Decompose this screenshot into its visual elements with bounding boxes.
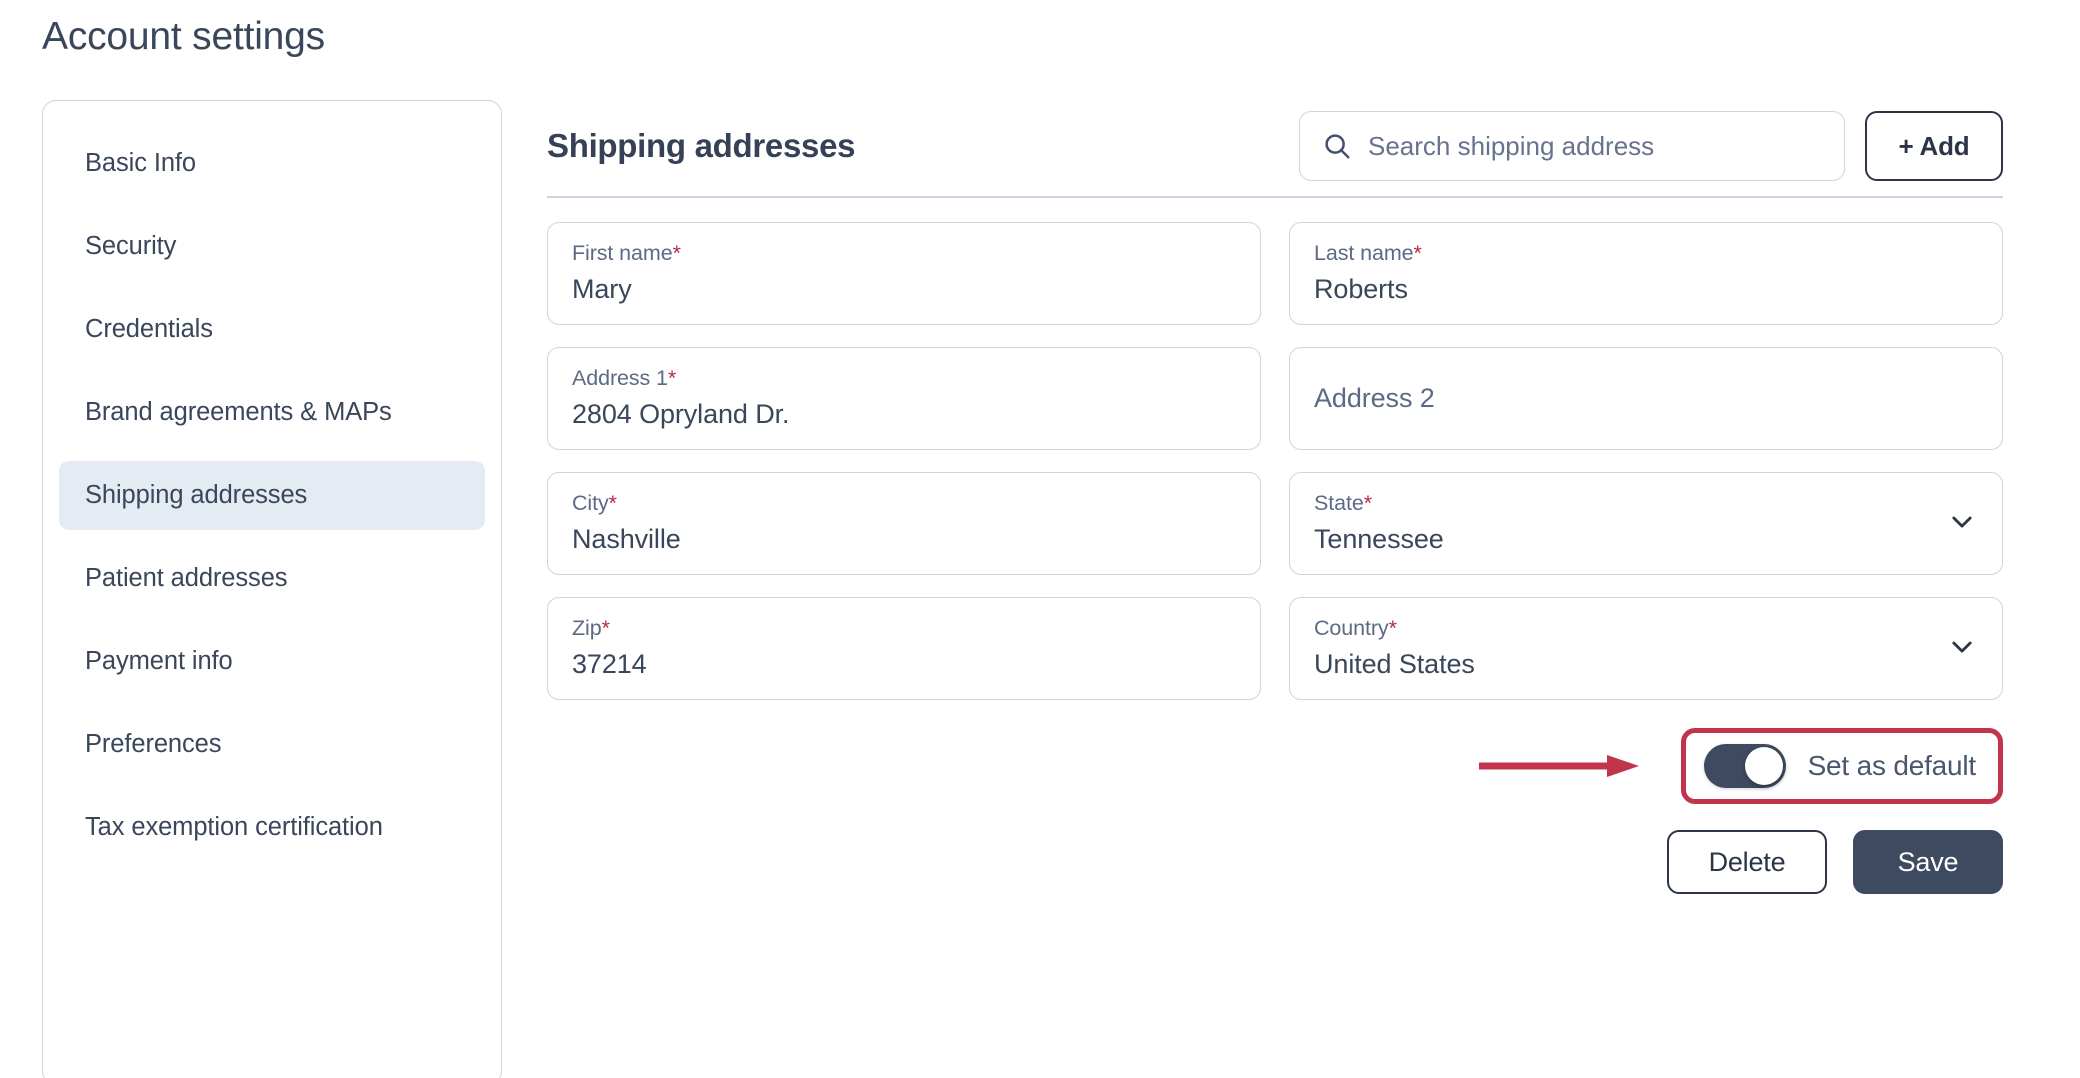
header-actions: + Add <box>1299 111 2003 181</box>
field-zip[interactable]: Zip* 37214 <box>547 597 1261 700</box>
section-title: Shipping addresses <box>547 127 856 164</box>
sidebar-item-label: Payment info <box>85 646 233 675</box>
field-value-city: Nashville <box>572 523 681 554</box>
required-asterisk: * <box>601 616 610 640</box>
field-label-text: City <box>572 491 609 515</box>
required-asterisk: * <box>672 241 681 265</box>
main-panel: Shipping addresses + Add <box>545 100 2005 894</box>
sidebar-item-label: Basic Info <box>85 149 196 177</box>
account-settings-page: Account settings Basic Info Security Crede… <box>0 0 2080 1078</box>
sidebar-item-label: Security <box>85 231 177 260</box>
required-asterisk: * <box>667 366 677 390</box>
field-label-city: City* <box>572 490 1236 517</box>
settings-layout: Basic Info Security Credentials Brand agree… <box>0 100 2080 1078</box>
field-value-first-name: Mary <box>572 273 632 304</box>
required-asterisk: * <box>1413 241 1422 265</box>
set-as-default-toggle[interactable] <box>1703 744 1786 788</box>
field-city[interactable]: City* Nashville <box>547 472 1261 575</box>
required-asterisk: * <box>1388 616 1397 640</box>
field-last-name[interactable]: Last name* Roberts <box>1289 222 2003 325</box>
sidebar-item-tax-exemption-certification[interactable]: Tax exemption certification <box>59 793 485 862</box>
field-value-address-1: 2804 Opryland Dr. <box>572 398 790 429</box>
sidebar-item-label: Credentials <box>85 314 213 343</box>
sidebar-item-patient-addresses[interactable]: Patient addresses <box>59 544 485 613</box>
field-label-text: State <box>1314 491 1364 515</box>
field-address-1[interactable]: Address 1* 2804 Opryland Dr. <box>547 347 1261 450</box>
field-label-last-name: Last name* <box>1314 240 1978 267</box>
save-button[interactable]: Save <box>1853 830 2003 894</box>
add-address-button[interactable]: + Add <box>1865 111 2003 181</box>
form-actions: Delete Save <box>545 830 2005 894</box>
header-divider <box>547 196 2003 198</box>
field-value-country: United States <box>1314 648 1475 679</box>
field-label-country: Country* <box>1314 615 1978 642</box>
field-state[interactable]: State* Tennessee <box>1289 472 2003 575</box>
field-label-text: Country <box>1314 616 1389 640</box>
field-placeholder-address-2: Address 2 <box>1314 383 1435 413</box>
field-label-state: State* <box>1314 490 1978 517</box>
sidebar-item-label: Patient addresses <box>85 563 288 592</box>
field-label-text: Address 1 <box>572 366 668 390</box>
field-label-text: First name <box>572 241 673 265</box>
settings-sidebar: Basic Info Security Credentials Brand agree… <box>42 100 502 1078</box>
sidebar-item-payment-info[interactable]: Payment info <box>59 627 485 696</box>
sidebar-item-credentials[interactable]: Credentials <box>59 295 485 364</box>
field-label-address-1: Address 1* <box>572 365 1236 392</box>
sidebar-item-basic-info[interactable]: Basic Info <box>59 129 485 198</box>
sidebar-item-label: Shipping addresses <box>85 480 308 509</box>
sidebar-item-label: Brand agreements & MAPs <box>85 397 392 426</box>
field-value-last-name: Roberts <box>1314 273 1408 304</box>
field-label-text: Zip <box>572 616 602 640</box>
annotation-arrow-icon <box>1479 755 1639 777</box>
field-address-2[interactable]: Address 2 <box>1289 347 2003 450</box>
toggle-knob <box>1744 747 1783 785</box>
search-icon <box>1322 131 1352 161</box>
field-label-text: Last name <box>1314 241 1414 265</box>
sidebar-item-security[interactable]: Security <box>59 212 485 281</box>
field-country[interactable]: Country* United States <box>1289 597 2003 700</box>
field-value-zip: 37214 <box>572 648 647 679</box>
required-asterisk: * <box>1363 491 1372 515</box>
sidebar-item-label: Preferences <box>85 729 222 758</box>
field-label-zip: Zip* <box>572 615 1236 642</box>
field-label-first-name: First name* <box>572 240 1236 267</box>
required-asterisk: * <box>608 491 617 515</box>
sidebar-item-brand-agreements-maps[interactable]: Brand agreements & MAPs <box>59 378 485 447</box>
set-as-default-label: Set as default <box>1807 750 1977 781</box>
field-value-state: Tennessee <box>1314 523 1444 554</box>
annotation-highlight-box: Set as default <box>1680 728 2003 804</box>
sidebar-item-preferences[interactable]: Preferences <box>59 710 485 779</box>
main-header: Shipping addresses + Add <box>545 108 2005 184</box>
sidebar-item-label: Tax exemption certification <box>85 812 383 841</box>
delete-button[interactable]: Delete <box>1667 830 1827 894</box>
address-form-grid: First name* Mary Last name* Roberts Address … <box>545 222 2005 700</box>
field-first-name[interactable]: First name* Mary <box>547 222 1261 325</box>
sidebar-item-shipping-addresses[interactable]: Shipping addresses <box>59 460 485 530</box>
page-title: Account settings <box>42 15 325 58</box>
search-shipping-address-box[interactable] <box>1299 111 1845 181</box>
search-input[interactable] <box>1368 130 1822 162</box>
set-as-default-row: Set as default <box>545 728 2005 804</box>
